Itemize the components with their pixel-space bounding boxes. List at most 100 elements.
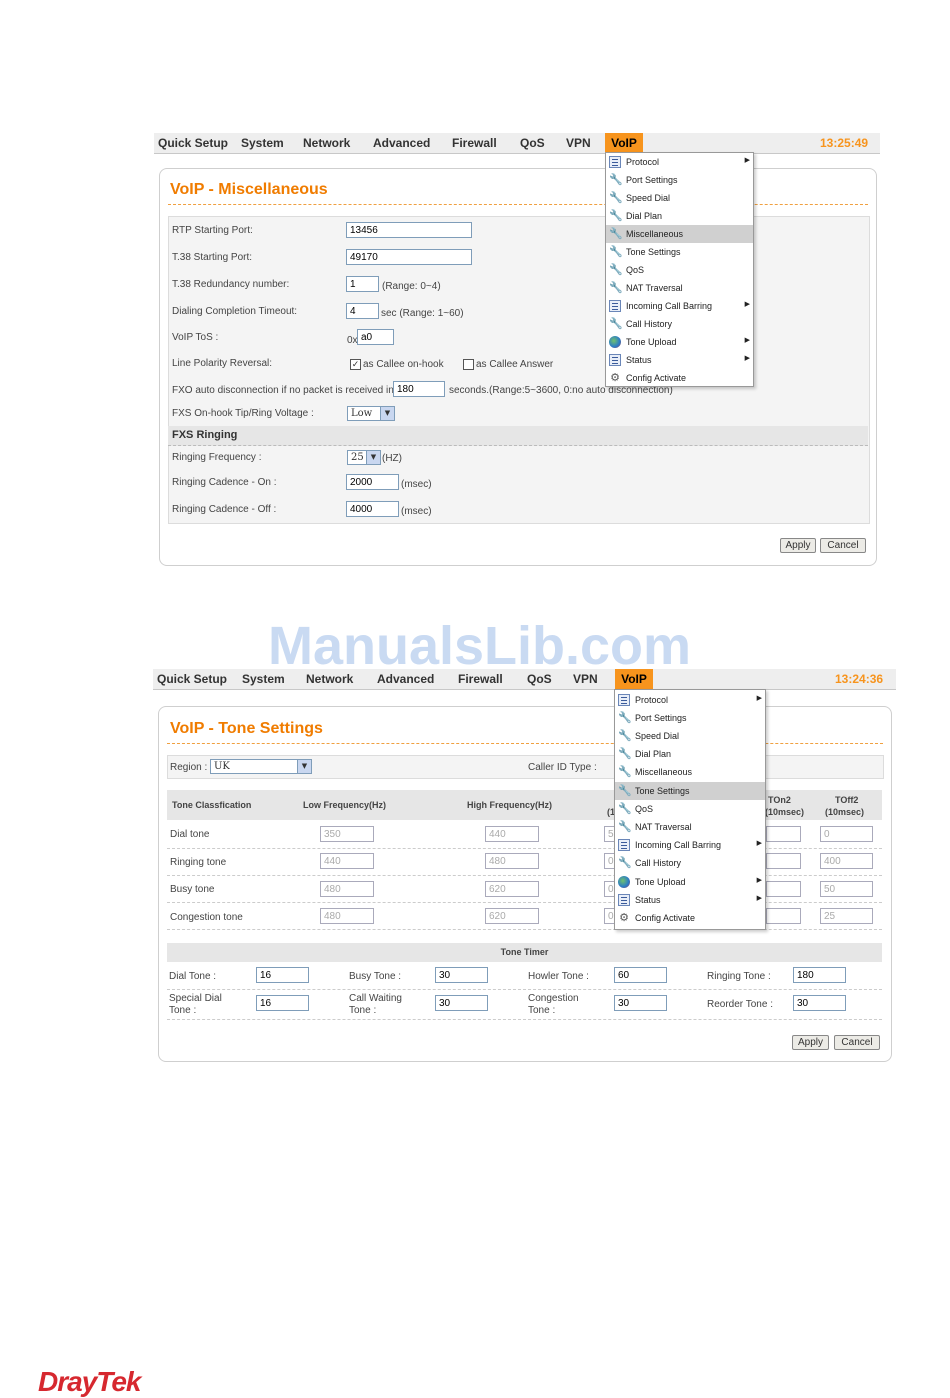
region-select[interactable]: UK ▼ <box>210 759 312 774</box>
globe-icon <box>618 876 630 888</box>
ringing-tone-input[interactable]: 180 <box>793 967 846 983</box>
frequency-select[interactable]: 25 ▼ <box>347 450 381 465</box>
redundancy-input[interactable]: 1 <box>346 276 379 292</box>
menu-item-config-activate[interactable]: ⚙ Config Activate <box>615 909 765 927</box>
menu-item-call-history[interactable]: 🔧 Call History <box>615 854 765 872</box>
menu-item-call-history[interactable]: 🔧 Call History <box>606 315 753 333</box>
menu-label: Call History <box>626 319 673 329</box>
menu-item-dial-plan[interactable]: 🔧 Dial Plan <box>606 207 753 225</box>
nav-advanced[interactable]: Advanced <box>373 136 430 150</box>
menu-item-tone-settings[interactable]: 🔧 Tone Settings <box>615 782 765 800</box>
menu-item-tone-upload[interactable]: Tone Upload ▶ <box>615 873 765 891</box>
howler-tone-input[interactable]: 60 <box>614 967 667 983</box>
cancel-button[interactable]: Cancel <box>820 538 866 553</box>
nav-qos[interactable]: QoS <box>527 672 552 686</box>
menu-item-qos[interactable]: 🔧 QoS <box>615 800 765 818</box>
voltage-select[interactable]: Low ▼ <box>347 406 395 421</box>
toff2-input[interactable]: 400 <box>820 853 873 869</box>
apply-button[interactable]: Apply <box>792 1035 829 1050</box>
congestion-tone-input[interactable]: 30 <box>614 995 667 1011</box>
t38-input[interactable]: 49170 <box>346 249 472 265</box>
menu-label: Protocol <box>626 157 660 167</box>
timeout-input[interactable]: 4 <box>346 303 379 319</box>
ton2-input[interactable] <box>766 881 801 897</box>
fxo-label: FXO auto disconnection if no packet is r… <box>172 385 394 396</box>
low-frequency-input[interactable]: 350 <box>320 826 374 842</box>
nav-voip[interactable]: VoIP <box>615 669 653 689</box>
nav-bar-2: Quick Setup System Network Advanced Fire… <box>153 669 896 690</box>
timeout-label: Dialing Completion Timeout: <box>172 306 298 317</box>
high-frequency-input[interactable]: 620 <box>485 881 539 897</box>
toff2-input[interactable]: 25 <box>820 908 873 924</box>
menu-item-protocol[interactable]: Protocol ▶ <box>615 691 765 709</box>
special-dial-tone-input[interactable]: 16 <box>256 995 309 1011</box>
menu-item-protocol[interactable]: Protocol ▶ <box>606 153 753 171</box>
nav-firewall[interactable]: Firewall <box>452 136 497 150</box>
menu-item-miscellaneous[interactable]: 🔧 Miscellaneous <box>606 225 753 243</box>
tos-input[interactable]: a0 <box>357 329 394 345</box>
menu-item-speed-dial[interactable]: 🔧 Speed Dial <box>615 727 765 745</box>
menu-item-status[interactable]: Status ▶ <box>615 891 765 909</box>
caret-right-icon: ▶ <box>756 895 762 902</box>
tone-timer-header: Tone Timer <box>167 943 882 962</box>
nav-voip[interactable]: VoIP <box>605 133 643 153</box>
ton2-input[interactable] <box>766 853 801 869</box>
callee-onhook-checkbox[interactable]: ✓ <box>350 359 361 370</box>
list-icon <box>618 694 630 706</box>
high-frequency-input[interactable]: 440 <box>485 826 539 842</box>
nav-quick-setup[interactable]: Quick Setup <box>157 672 227 686</box>
menu-item-incoming-call-barring[interactable]: Incoming Call Barring ▶ <box>615 836 765 854</box>
call-waiting-tone-input[interactable]: 30 <box>435 995 488 1011</box>
toff2-input[interactable]: 50 <box>820 881 873 897</box>
dial-tone-label: Dial Tone : <box>169 971 217 982</box>
high-frequency-input[interactable]: 480 <box>485 853 539 869</box>
toff2-input[interactable]: 0 <box>820 826 873 842</box>
cadence-off-input[interactable]: 4000 <box>346 501 399 517</box>
dial-tone-input[interactable]: 16 <box>256 967 309 983</box>
low-frequency-input[interactable]: 480 <box>320 881 374 897</box>
title-underline <box>168 204 868 205</box>
polarity-label: Line Polarity Reversal: <box>172 358 273 369</box>
menu-item-tone-upload[interactable]: Tone Upload ▶ <box>606 333 753 351</box>
cadence-on-input[interactable]: 2000 <box>346 474 399 490</box>
nav-system[interactable]: System <box>241 136 284 150</box>
low-frequency-input[interactable]: 440 <box>320 853 374 869</box>
apply-button[interactable]: Apply <box>780 538 816 553</box>
wrench-icon: 🔧 <box>618 785 632 797</box>
ton2-input[interactable] <box>766 826 801 842</box>
menu-item-status[interactable]: Status ▶ <box>606 351 753 369</box>
nav-vpn[interactable]: VPN <box>573 672 598 686</box>
busy-tone-input[interactable]: 30 <box>435 967 488 983</box>
callee-answer-checkbox[interactable] <box>463 359 474 370</box>
fxo-input[interactable]: 180 <box>393 381 445 397</box>
menu-item-config-activate[interactable]: ⚙ Config Activate <box>606 369 753 387</box>
cadence-on-unit: (msec) <box>401 479 432 490</box>
high-frequency-input[interactable]: 620 <box>485 908 539 924</box>
menu-item-qos[interactable]: 🔧 QoS <box>606 261 753 279</box>
menu-item-port-settings[interactable]: 🔧 Port Settings <box>606 171 753 189</box>
cancel-button[interactable]: Cancel <box>834 1035 880 1050</box>
cadence-on-label: Ringing Cadence - On : <box>172 477 277 488</box>
menu-item-tone-settings[interactable]: 🔧 Tone Settings <box>606 243 753 261</box>
ton2-input[interactable] <box>766 908 801 924</box>
nav-quick-setup[interactable]: Quick Setup <box>158 136 228 150</box>
menu-item-nat-traversal[interactable]: 🔧 NAT Traversal <box>606 279 753 297</box>
low-frequency-input[interactable]: 480 <box>320 908 374 924</box>
reorder-tone-input[interactable]: 30 <box>793 995 846 1011</box>
menu-item-incoming-call-barring[interactable]: Incoming Call Barring ▶ <box>606 297 753 315</box>
nav-network[interactable]: Network <box>306 672 353 686</box>
nav-firewall[interactable]: Firewall <box>458 672 503 686</box>
call-waiting-tone-label: Call Waiting Tone : <box>349 993 402 1016</box>
menu-item-port-settings[interactable]: 🔧 Port Settings <box>615 709 765 727</box>
nav-network[interactable]: Network <box>303 136 350 150</box>
menu-item-speed-dial[interactable]: 🔧 Speed Dial <box>606 189 753 207</box>
nav-advanced[interactable]: Advanced <box>377 672 434 686</box>
menu-item-miscellaneous[interactable]: 🔧 Miscellaneous <box>615 763 765 781</box>
menu-item-nat-traversal[interactable]: 🔧 NAT Traversal <box>615 818 765 836</box>
nav-qos[interactable]: QoS <box>520 136 545 150</box>
nav-system[interactable]: System <box>242 672 285 686</box>
menu-item-dial-plan[interactable]: 🔧 Dial Plan <box>615 745 765 763</box>
nav-vpn[interactable]: VPN <box>566 136 591 150</box>
tone-timer-title: Tone Timer <box>500 947 549 957</box>
rtp-input[interactable]: 13456 <box>346 222 472 238</box>
